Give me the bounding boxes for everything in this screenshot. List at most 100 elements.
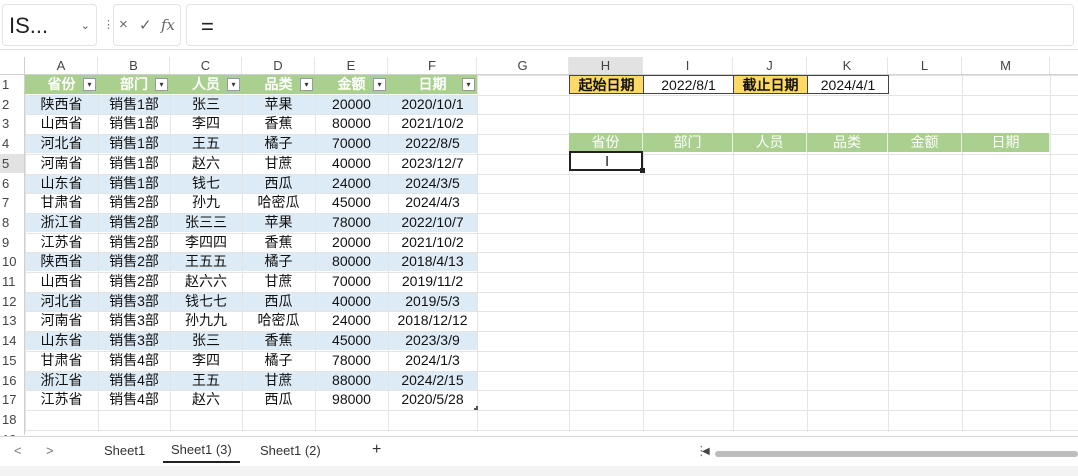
table-cell[interactable]: 孙九: [170, 193, 242, 212]
table-header-cell[interactable]: 人员 ▾: [170, 75, 242, 94]
column-header-i[interactable]: I: [643, 57, 733, 74]
table-cell[interactable]: 香蕉: [242, 331, 315, 350]
filter-dropdown-icon[interactable]: ▾: [300, 78, 313, 91]
table-cell[interactable]: 2023/12/7: [388, 154, 477, 173]
table-cell[interactable]: 70000: [315, 272, 388, 291]
table-cell[interactable]: 哈密瓜: [242, 311, 315, 330]
active-cell[interactable]: I: [569, 151, 643, 171]
table-cell[interactable]: 24000: [315, 174, 388, 193]
table-cell[interactable]: 销售2部: [98, 272, 170, 291]
table-cell[interactable]: 销售1部: [98, 174, 170, 193]
table-cell[interactable]: 2024/4/3: [388, 193, 477, 212]
filter-dropdown-icon[interactable]: ▾: [83, 78, 96, 91]
table-cell[interactable]: 2021/10/2: [388, 114, 477, 133]
row-header-10[interactable]: 10: [0, 252, 24, 272]
table-cell[interactable]: 销售3部: [98, 331, 170, 350]
table-cell[interactable]: 王五: [170, 134, 242, 153]
row-header-17[interactable]: 17: [0, 390, 24, 410]
fill-handle[interactable]: [640, 168, 645, 173]
end-date-value[interactable]: 2024/4/1: [807, 75, 889, 94]
column-header-m[interactable]: M: [962, 57, 1050, 74]
row-header-3[interactable]: 3: [0, 114, 24, 134]
table-cell[interactable]: 李四: [170, 114, 242, 133]
row-header-15[interactable]: 15: [0, 350, 24, 370]
table-cell[interactable]: 销售3部: [98, 311, 170, 330]
table-cell[interactable]: 2019/11/2: [388, 272, 477, 291]
column-header-j[interactable]: J: [733, 57, 807, 74]
table-cell[interactable]: 陕西省: [25, 95, 98, 114]
row-header-5[interactable]: 5: [0, 153, 24, 173]
table-header-cell[interactable]: 日期 ▾: [388, 75, 477, 94]
column-header-l[interactable]: L: [888, 57, 962, 74]
table-cell[interactable]: 销售2部: [98, 213, 170, 232]
table-cell[interactable]: 张三: [170, 95, 242, 114]
output-header-cell[interactable]: 金额: [888, 133, 962, 152]
chevron-down-icon[interactable]: ⌄: [81, 19, 90, 32]
table-cell[interactable]: 40000: [315, 154, 388, 173]
table-cell[interactable]: 销售4部: [98, 390, 170, 409]
table-cell[interactable]: 江苏省: [25, 233, 98, 252]
table-cell[interactable]: 98000: [315, 390, 388, 409]
row-header-9[interactable]: 9: [0, 232, 24, 252]
cancel-icon[interactable]: ×: [119, 16, 128, 33]
table-cell[interactable]: 销售1部: [98, 154, 170, 173]
table-cell[interactable]: 陕西省: [25, 252, 98, 271]
table-cell[interactable]: 橘子: [242, 351, 315, 370]
row-header-12[interactable]: 12: [0, 291, 24, 311]
chevron-left-icon[interactable]: <: [14, 443, 22, 458]
table-cell[interactable]: 赵六: [170, 154, 242, 173]
table-cell[interactable]: 80000: [315, 252, 388, 271]
column-header-d[interactable]: D: [242, 57, 315, 74]
output-header-cell[interactable]: 省份: [569, 133, 643, 152]
table-cell[interactable]: 王五: [170, 371, 242, 390]
column-header-a[interactable]: A: [25, 57, 98, 74]
table-header-cell[interactable]: 品类 ▾: [242, 75, 315, 94]
table-cell[interactable]: 2020/5/28: [388, 390, 477, 409]
table-cell[interactable]: 赵六: [170, 390, 242, 409]
table-cell[interactable]: 张三三: [170, 213, 242, 232]
table-cell[interactable]: 销售1部: [98, 95, 170, 114]
table-cell[interactable]: 78000: [315, 351, 388, 370]
table-cell[interactable]: 河北省: [25, 292, 98, 311]
table-cell[interactable]: 2024/3/5: [388, 174, 477, 193]
table-cell[interactable]: 山西省: [25, 114, 98, 133]
table-cell[interactable]: 江苏省: [25, 390, 98, 409]
row-header-18[interactable]: 18: [0, 409, 24, 429]
row-header-2[interactable]: 2: [0, 94, 24, 114]
table-cell[interactable]: 河北省: [25, 134, 98, 153]
table-cell[interactable]: 销售4部: [98, 371, 170, 390]
table-cell[interactable]: 销售2部: [98, 193, 170, 212]
table-cell[interactable]: 2022/8/5: [388, 134, 477, 153]
table-cell[interactable]: 销售2部: [98, 233, 170, 252]
table-cell[interactable]: 88000: [315, 371, 388, 390]
table-cell[interactable]: 2023/3/9: [388, 331, 477, 350]
column-header-h[interactable]: H: [569, 57, 643, 74]
insert-function-icon[interactable]: fx: [161, 16, 175, 34]
scroll-left-icon[interactable]: ◀: [702, 446, 710, 457]
table-cell[interactable]: 销售3部: [98, 292, 170, 311]
table-cell[interactable]: 张三: [170, 331, 242, 350]
table-cell[interactable]: 赵六六: [170, 272, 242, 291]
start-date-value[interactable]: 2022/8/1: [643, 75, 734, 94]
table-cell[interactable]: 香蕉: [242, 233, 315, 252]
table-cell[interactable]: 销售2部: [98, 252, 170, 271]
column-header-b[interactable]: B: [98, 57, 170, 74]
sheet-tab[interactable]: Sheet1: [104, 443, 145, 458]
enter-icon[interactable]: ✓: [139, 16, 152, 34]
table-header-cell[interactable]: 部门 ▾: [98, 75, 170, 94]
table-cell[interactable]: 20000: [315, 233, 388, 252]
table-cell[interactable]: 李四四: [170, 233, 242, 252]
row-header-1[interactable]: 1: [0, 75, 24, 94]
row-header-13[interactable]: 13: [0, 311, 24, 331]
table-cell[interactable]: 山西省: [25, 272, 98, 291]
horizontal-scrollbar[interactable]: [715, 451, 1078, 457]
column-header-e[interactable]: E: [315, 57, 388, 74]
table-cell[interactable]: 甘蔗: [242, 154, 315, 173]
table-cell[interactable]: 甘肃省: [25, 351, 98, 370]
table-cell[interactable]: 2024/2/15: [388, 371, 477, 390]
table-cell[interactable]: 河南省: [25, 311, 98, 330]
table-cell[interactable]: 河南省: [25, 154, 98, 173]
row-header-11[interactable]: 11: [0, 272, 24, 291]
row-header-16[interactable]: 16: [0, 370, 24, 390]
table-cell[interactable]: 甘蔗: [242, 371, 315, 390]
